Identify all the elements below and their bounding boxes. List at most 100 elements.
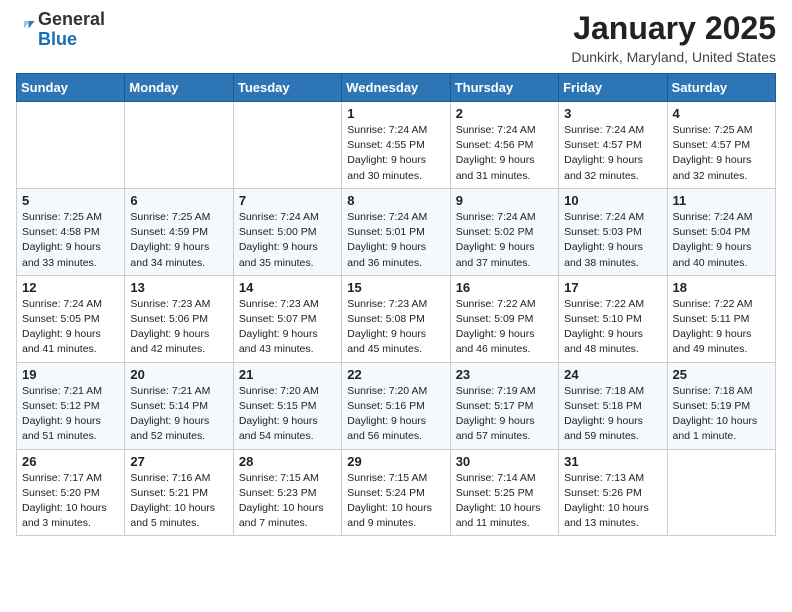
table-row: [125, 102, 233, 189]
day-info: Sunrise: 7:16 AM Sunset: 5:21 PM Dayligh…: [130, 471, 227, 532]
day-number: 28: [239, 454, 336, 469]
header-saturday: Saturday: [667, 74, 775, 102]
table-row: 24Sunrise: 7:18 AM Sunset: 5:18 PM Dayli…: [559, 362, 667, 449]
page-container: General Blue January 2025 Dunkirk, Maryl…: [0, 0, 792, 552]
table-row: 4Sunrise: 7:25 AM Sunset: 4:57 PM Daylig…: [667, 102, 775, 189]
table-row: 2 Sunrise: 7:24 AM Sunset: 4:56 PM Daylig…: [450, 102, 558, 189]
location: Dunkirk, Maryland, United States: [571, 49, 776, 65]
day-info: Sunrise: 7:24 AM Sunset: 5:02 PM Dayligh…: [456, 210, 553, 271]
day-info: Sunrise: 7:15 AM Sunset: 5:23 PM Dayligh…: [239, 471, 336, 532]
header-wednesday: Wednesday: [342, 74, 450, 102]
day-info: Sunrise: 7:19 AM Sunset: 5:17 PM Dayligh…: [456, 384, 553, 445]
day-number: 10: [564, 193, 661, 208]
day-info: Sunrise: 7:22 AM Sunset: 5:10 PM Dayligh…: [564, 297, 661, 358]
table-row: 22Sunrise: 7:20 AM Sunset: 5:16 PM Dayli…: [342, 362, 450, 449]
day-info: Sunrise: 7:24 AM Sunset: 5:03 PM Dayligh…: [564, 210, 661, 271]
day-number: 9: [456, 193, 553, 208]
day-number: 11: [673, 193, 770, 208]
header-friday: Friday: [559, 74, 667, 102]
day-number: 30: [456, 454, 553, 469]
table-row: 11 Sunrise: 7:24 AM Sunset: 5:04 PM Dayli…: [667, 188, 775, 275]
table-row: 16 Sunrise: 7:22 AM Sunset: 5:09 PM Dayli…: [450, 275, 558, 362]
table-row: [17, 102, 125, 189]
calendar-week-4: 19 Sunrise: 7:21 AM Sunset: 5:12 PM Dayli…: [17, 362, 776, 449]
calendar-week-5: 26Sunrise: 7:17 AM Sunset: 5:20 PM Dayli…: [17, 449, 776, 536]
day-info: Sunrise: 7:24 AM Sunset: 4:56 PM Dayligh…: [456, 123, 553, 184]
header-monday: Monday: [125, 74, 233, 102]
table-row: 25 Sunrise: 7:18 AM Sunset: 5:19 PM Dayli…: [667, 362, 775, 449]
table-row: 28 Sunrise: 7:15 AM Sunset: 5:23 PM Dayli…: [233, 449, 341, 536]
table-row: 5Sunrise: 7:25 AM Sunset: 4:58 PM Daylig…: [17, 188, 125, 275]
logo-general-text: General: [38, 9, 105, 29]
day-number: 6: [130, 193, 227, 208]
day-info: Sunrise: 7:24 AM Sunset: 4:57 PM Dayligh…: [564, 123, 661, 184]
table-row: 27 Sunrise: 7:16 AM Sunset: 5:21 PM Dayli…: [125, 449, 233, 536]
day-info: Sunrise: 7:24 AM Sunset: 5:01 PM Dayligh…: [347, 210, 444, 271]
day-number: 7: [239, 193, 336, 208]
day-info: Sunrise: 7:14 AM Sunset: 5:25 PM Dayligh…: [456, 471, 553, 532]
table-row: 20 Sunrise: 7:21 AM Sunset: 5:14 PM Dayli…: [125, 362, 233, 449]
table-row: [667, 449, 775, 536]
month-title: January 2025: [571, 10, 776, 47]
day-number: 23: [456, 367, 553, 382]
table-row: 30 Sunrise: 7:14 AM Sunset: 5:25 PM Dayli…: [450, 449, 558, 536]
day-number: 31: [564, 454, 661, 469]
calendar-week-1: 1Sunrise: 7:24 AM Sunset: 4:55 PM Daylig…: [17, 102, 776, 189]
calendar-table: Sunday Monday Tuesday Wednesday Thursday…: [16, 73, 776, 536]
calendar-week-3: 12 Sunrise: 7:24 AM Sunset: 5:05 PM Dayli…: [17, 275, 776, 362]
header-sunday: Sunday: [17, 74, 125, 102]
table-row: 13 Sunrise: 7:23 AM Sunset: 5:06 PM Dayli…: [125, 275, 233, 362]
header-thursday: Thursday: [450, 74, 558, 102]
day-number: 1: [347, 106, 444, 121]
day-number: 19: [22, 367, 119, 382]
table-row: [233, 102, 341, 189]
day-info: Sunrise: 7:13 AM Sunset: 5:26 PM Dayligh…: [564, 471, 661, 532]
day-info: Sunrise: 7:21 AM Sunset: 5:12 PM Dayligh…: [22, 384, 119, 445]
day-number: 21: [239, 367, 336, 382]
table-row: 31 Sunrise: 7:13 AM Sunset: 5:26 PM Dayli…: [559, 449, 667, 536]
day-number: 20: [130, 367, 227, 382]
table-row: 3Sunrise: 7:24 AM Sunset: 4:57 PM Daylig…: [559, 102, 667, 189]
day-number: 13: [130, 280, 227, 295]
day-info: Sunrise: 7:15 AM Sunset: 5:24 PM Dayligh…: [347, 471, 444, 532]
day-info: Sunrise: 7:24 AM Sunset: 5:00 PM Dayligh…: [239, 210, 336, 271]
day-number: 5: [22, 193, 119, 208]
day-number: 25: [673, 367, 770, 382]
day-info: Sunrise: 7:21 AM Sunset: 5:14 PM Dayligh…: [130, 384, 227, 445]
logo-blue-text: Blue: [38, 29, 77, 49]
day-number: 12: [22, 280, 119, 295]
logo: General Blue: [16, 10, 105, 50]
day-info: Sunrise: 7:18 AM Sunset: 5:19 PM Dayligh…: [673, 384, 770, 445]
day-number: 14: [239, 280, 336, 295]
table-row: 18Sunrise: 7:22 AM Sunset: 5:11 PM Dayli…: [667, 275, 775, 362]
day-number: 29: [347, 454, 444, 469]
day-info: Sunrise: 7:22 AM Sunset: 5:09 PM Dayligh…: [456, 297, 553, 358]
title-area: January 2025 Dunkirk, Maryland, United S…: [571, 10, 776, 65]
table-row: 6 Sunrise: 7:25 AM Sunset: 4:59 PM Daylig…: [125, 188, 233, 275]
header: General Blue January 2025 Dunkirk, Maryl…: [16, 10, 776, 65]
day-info: Sunrise: 7:18 AM Sunset: 5:18 PM Dayligh…: [564, 384, 661, 445]
day-number: 16: [456, 280, 553, 295]
day-info: Sunrise: 7:20 AM Sunset: 5:15 PM Dayligh…: [239, 384, 336, 445]
table-row: 9 Sunrise: 7:24 AM Sunset: 5:02 PM Daylig…: [450, 188, 558, 275]
day-number: 4: [673, 106, 770, 121]
table-row: 17Sunrise: 7:22 AM Sunset: 5:10 PM Dayli…: [559, 275, 667, 362]
day-info: Sunrise: 7:20 AM Sunset: 5:16 PM Dayligh…: [347, 384, 444, 445]
calendar-week-2: 5Sunrise: 7:25 AM Sunset: 4:58 PM Daylig…: [17, 188, 776, 275]
day-info: Sunrise: 7:25 AM Sunset: 4:59 PM Dayligh…: [130, 210, 227, 271]
table-row: 10 Sunrise: 7:24 AM Sunset: 5:03 PM Dayli…: [559, 188, 667, 275]
header-tuesday: Tuesday: [233, 74, 341, 102]
calendar-header-row: Sunday Monday Tuesday Wednesday Thursday…: [17, 74, 776, 102]
table-row: 14Sunrise: 7:23 AM Sunset: 5:07 PM Dayli…: [233, 275, 341, 362]
day-info: Sunrise: 7:24 AM Sunset: 5:05 PM Dayligh…: [22, 297, 119, 358]
day-info: Sunrise: 7:24 AM Sunset: 5:04 PM Dayligh…: [673, 210, 770, 271]
table-row: 26Sunrise: 7:17 AM Sunset: 5:20 PM Dayli…: [17, 449, 125, 536]
day-info: Sunrise: 7:23 AM Sunset: 5:06 PM Dayligh…: [130, 297, 227, 358]
day-number: 2: [456, 106, 553, 121]
table-row: 23 Sunrise: 7:19 AM Sunset: 5:17 PM Dayli…: [450, 362, 558, 449]
table-row: 15Sunrise: 7:23 AM Sunset: 5:08 PM Dayli…: [342, 275, 450, 362]
table-row: 21 Sunrise: 7:20 AM Sunset: 5:15 PM Dayli…: [233, 362, 341, 449]
day-number: 27: [130, 454, 227, 469]
day-info: Sunrise: 7:17 AM Sunset: 5:20 PM Dayligh…: [22, 471, 119, 532]
day-info: Sunrise: 7:23 AM Sunset: 5:08 PM Dayligh…: [347, 297, 444, 358]
